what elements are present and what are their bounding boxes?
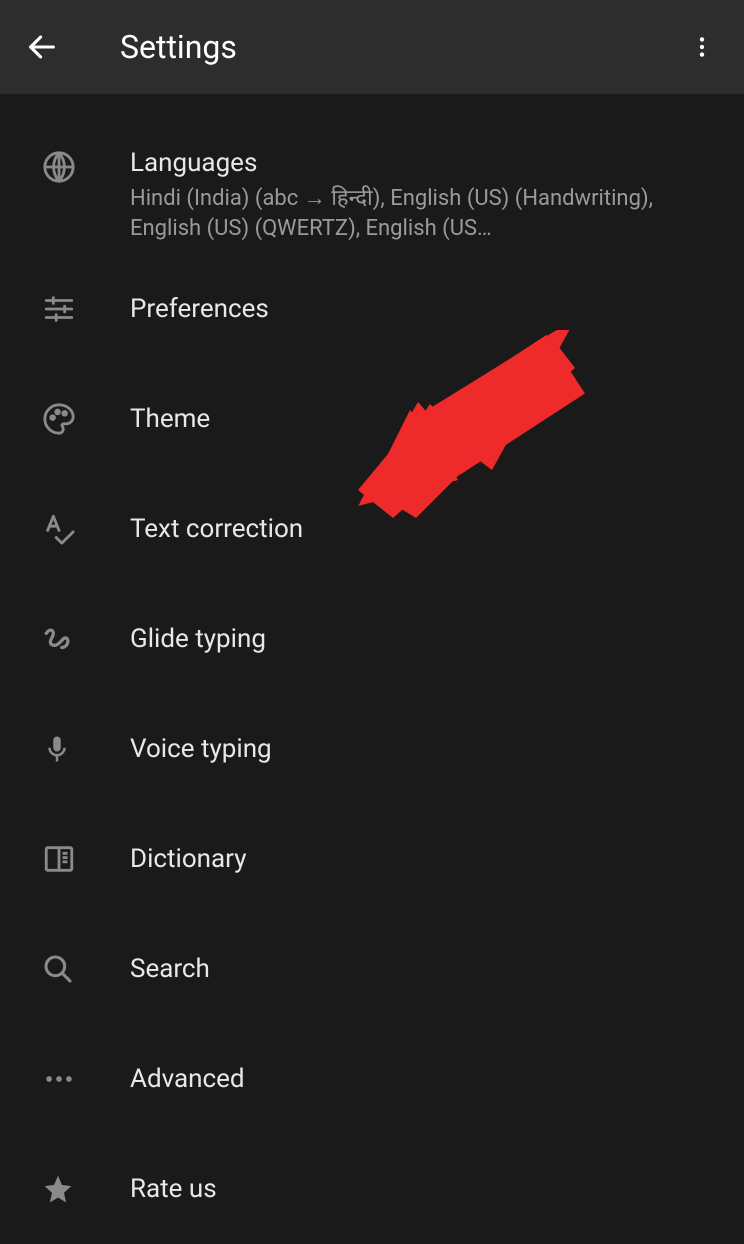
settings-item-glide-typing[interactable]: Glide typing (0, 584, 744, 694)
arrow-back-icon (25, 30, 59, 64)
item-label: Glide typing (130, 624, 714, 654)
mic-icon (42, 734, 72, 764)
settings-item-text-correction[interactable]: Text correction (0, 474, 744, 584)
settings-item-voice-typing[interactable]: Voice typing (0, 694, 744, 804)
page-title: Settings (120, 28, 237, 66)
book-icon (42, 842, 76, 876)
palette-icon (42, 402, 76, 436)
star-icon (42, 1173, 74, 1205)
item-label: Advanced (130, 1064, 714, 1094)
settings-item-languages[interactable]: Languages Hindi (India) (abc → हिन्दी), … (0, 124, 744, 254)
overflow-menu-button[interactable] (680, 25, 724, 69)
more-vert-icon (689, 34, 715, 60)
settings-item-search[interactable]: Search (0, 914, 744, 1024)
item-label: Dictionary (130, 844, 714, 874)
item-label: Voice typing (130, 734, 714, 764)
spellcheck-icon (42, 512, 76, 546)
settings-item-rate-us[interactable]: Rate us (0, 1134, 744, 1244)
settings-item-theme[interactable]: Theme (0, 364, 744, 474)
item-label: Text correction (130, 514, 714, 544)
item-label: Languages (130, 148, 714, 178)
more-horiz-icon (42, 1062, 76, 1096)
search-icon (42, 953, 74, 985)
item-label: Search (130, 954, 714, 984)
settings-item-preferences[interactable]: Preferences (0, 254, 744, 364)
app-header: Settings (0, 0, 744, 94)
globe-icon (42, 150, 76, 184)
item-label: Theme (130, 404, 714, 434)
settings-item-dictionary[interactable]: Dictionary (0, 804, 744, 914)
item-label: Preferences (130, 294, 714, 324)
item-subtitle: Hindi (India) (abc → हिन्दी), English (U… (130, 184, 714, 243)
gesture-icon (42, 622, 76, 656)
tune-icon (42, 292, 76, 326)
back-button[interactable] (20, 25, 64, 69)
settings-item-advanced[interactable]: Advanced (0, 1024, 744, 1134)
settings-list: Languages Hindi (India) (abc → हिन्दी), … (0, 94, 744, 1244)
